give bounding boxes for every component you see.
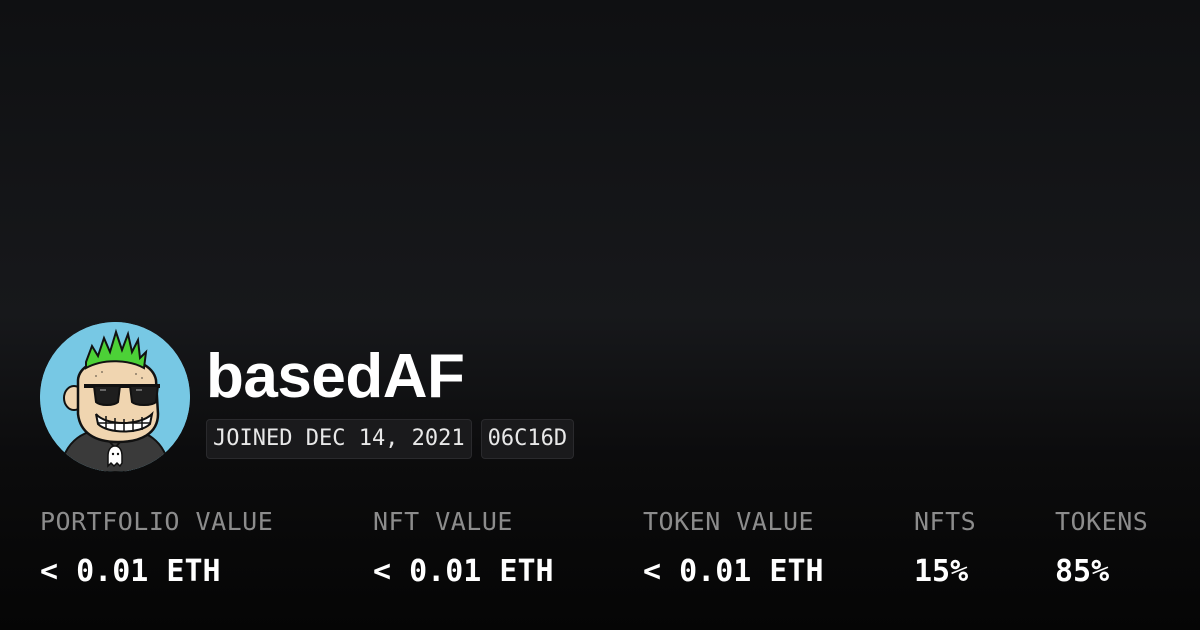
stat-value: < 0.01 ETH xyxy=(40,554,221,589)
profile-badges: JOINED DEC 14, 2021 06C16D xyxy=(206,419,575,459)
punk-avatar-icon xyxy=(40,322,190,472)
stat-value: 85% xyxy=(1055,554,1110,589)
stat-token-value: TOKEN VALUE < 0.01 ETH xyxy=(643,505,824,590)
stat-value: < 0.01 ETH xyxy=(643,554,824,589)
stat-value: < 0.01 ETH xyxy=(373,554,554,589)
stat-label: TOKENS xyxy=(1055,507,1149,536)
stat-tokens-share: TOKENS 85% xyxy=(1055,505,1148,590)
stat-label: NFTS xyxy=(914,507,977,536)
profile-card: basedAF JOINED DEC 14, 2021 06C16D PORTF… xyxy=(0,0,1200,630)
username: basedAF xyxy=(206,342,465,411)
joined-date-badge: JOINED DEC 14, 2021 xyxy=(206,419,472,459)
stat-label: PORTFOLIO VALUE xyxy=(40,507,274,536)
stat-label: NFT VALUE xyxy=(373,507,513,536)
stat-nft-value: NFT VALUE < 0.01 ETH xyxy=(373,505,554,590)
stat-portfolio-value: PORTFOLIO VALUE < 0.01 ETH xyxy=(40,505,273,590)
stat-nfts-share: NFTS 15% xyxy=(914,505,976,590)
color-code-badge: 06C16D xyxy=(480,419,575,459)
stat-value: 15% xyxy=(914,554,969,589)
avatar xyxy=(40,322,190,472)
stat-label: TOKEN VALUE xyxy=(643,507,815,536)
